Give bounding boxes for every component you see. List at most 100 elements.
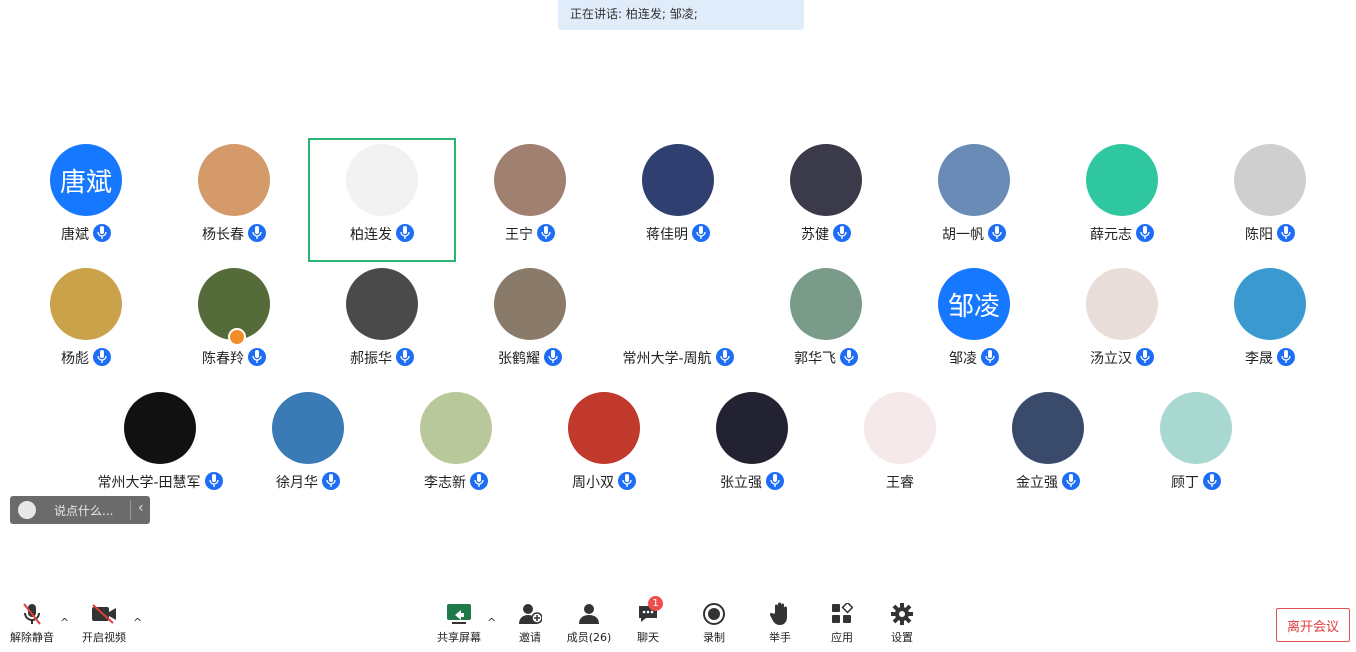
mic-icon — [833, 224, 851, 242]
avatar — [1234, 144, 1306, 216]
participant-name: 金立强 — [1016, 475, 1058, 491]
chat-button[interactable]: 1 聊天 — [634, 596, 663, 645]
participant-name: 陈春羚 — [202, 351, 244, 367]
avatar — [198, 144, 270, 216]
participant-tile[interactable]: 苏健 — [752, 138, 900, 262]
video-options-chevron-icon[interactable]: ^ — [133, 616, 142, 629]
participant-name: 蒋佳明 — [646, 227, 688, 243]
avatar — [1086, 268, 1158, 340]
emoji-icon[interactable] — [18, 501, 36, 519]
participant-tile[interactable]: 郭华飞 — [752, 262, 900, 386]
apps-button[interactable]: 应用 — [828, 602, 856, 645]
avatar — [420, 392, 492, 464]
participant-tile[interactable]: 柏连发 — [308, 138, 456, 262]
participant-tile[interactable]: 李志新 — [382, 386, 530, 510]
participant-tile[interactable]: 杨长春 — [160, 138, 308, 262]
participant-name-row: 胡一帆 — [900, 224, 1048, 244]
participant-name-row: 杨彪 — [12, 348, 160, 368]
participant-tile[interactable]: 郝振华 — [308, 262, 456, 386]
participant-name: 王睿 — [886, 475, 914, 491]
avatar — [346, 268, 418, 340]
participant-tile[interactable]: 常州大学-周航 — [604, 262, 752, 386]
participant-name-row: 薛元志 — [1048, 224, 1196, 244]
participant-name-row: 陈春羚 — [160, 348, 308, 368]
participant-name-row: 李晟 — [1196, 348, 1344, 368]
participant-tile[interactable]: 常州大学-田慧军 — [86, 386, 234, 510]
participant-name-row: 陈阳 — [1196, 224, 1344, 244]
mic-icon — [766, 472, 784, 490]
participant-tile[interactable]: 张立强 — [678, 386, 826, 510]
mic-icon — [470, 472, 488, 490]
mic-muted-icon — [8, 602, 56, 626]
mic-icon — [715, 348, 734, 366]
participant-name: 胡一帆 — [942, 227, 984, 243]
mic-icon — [544, 348, 562, 366]
collapse-chevron-icon[interactable]: ‹ — [138, 500, 144, 516]
participant-tile[interactable]: 顾丁 — [1122, 386, 1270, 510]
share-screen-icon — [434, 602, 484, 626]
mic-icon — [322, 472, 340, 490]
members-label: 成员(26) — [566, 631, 612, 644]
record-button[interactable]: 录制 — [700, 602, 728, 645]
raise-hand-button[interactable]: 举手 — [766, 602, 794, 645]
members-button[interactable]: 成员(26) — [566, 602, 612, 645]
chat-label: 聊天 — [637, 631, 659, 644]
participant-tile[interactable]: 徐月华 — [234, 386, 382, 510]
participant-name: 顾丁 — [1171, 475, 1199, 491]
participant-tile[interactable]: 唐斌 唐斌 — [12, 138, 160, 262]
participant-name: 邹凌 — [949, 351, 977, 367]
avatar — [1160, 392, 1232, 464]
unmute-button[interactable]: 解除静音 — [8, 602, 56, 645]
invite-label: 邀请 — [519, 631, 541, 644]
meeting-toolbar: 解除静音 ^ 开启视频 ^ 共享屏幕 ^ 邀请 成员(26) 1 聊天 录制 举… — [0, 596, 1356, 652]
participant-tile[interactable]: 李晟 — [1196, 262, 1344, 386]
participant-tile[interactable]: 陈阳 — [1196, 138, 1344, 262]
invite-button[interactable]: 邀请 — [512, 602, 548, 645]
participant-name-row: 汤立汉 — [1048, 348, 1196, 368]
participant-tile[interactable]: 金立强 — [974, 386, 1122, 510]
avatar — [494, 144, 566, 216]
participant-name-row: 杨长春 — [160, 224, 308, 244]
participant-tile[interactable]: 陈春羚 — [160, 262, 308, 386]
mic-icon — [204, 472, 223, 490]
leave-meeting-button[interactable]: 离开会议 — [1276, 608, 1350, 642]
participant-name-row: 王睿 — [826, 472, 974, 492]
participant-name-row: 顾丁 — [1122, 472, 1270, 492]
participant-tile[interactable]: 蒋佳明 — [604, 138, 752, 262]
avatar: 唐斌 — [50, 144, 122, 216]
participant-name: 徐月华 — [276, 475, 318, 491]
participant-tile[interactable]: 邹凌 邹凌 — [900, 262, 1048, 386]
start-video-button[interactable]: 开启视频 — [80, 602, 128, 645]
avatar — [346, 144, 418, 216]
apps-label: 应用 — [831, 631, 853, 644]
participant-name: 王宁 — [505, 227, 533, 243]
participant-tile[interactable]: 汤立汉 — [1048, 262, 1196, 386]
share-screen-button[interactable]: 共享屏幕 — [434, 602, 484, 645]
participant-tile[interactable]: 胡一帆 — [900, 138, 1048, 262]
participant-name-row: 李志新 — [382, 472, 530, 492]
mic-icon — [1277, 224, 1295, 242]
avatar — [1234, 268, 1306, 340]
participant-tile[interactable]: 杨彪 — [12, 262, 160, 386]
mic-icon — [93, 348, 111, 366]
participant-tile[interactable]: 张鹤耀 — [456, 262, 604, 386]
participant-name-row: 蒋佳明 — [604, 224, 752, 244]
avatar — [642, 268, 714, 340]
chat-quick-input[interactable]: 说点什么... ‹ — [10, 496, 150, 524]
participant-tile[interactable]: 王宁 — [456, 138, 604, 262]
chat-icon: 1 — [634, 596, 663, 626]
participant-grid: 唐斌 唐斌 杨长春 柏连发 王宁 蒋佳明 苏健 胡一帆 薛元志 陈阳 杨彪 陈春羚 郝振华 张鹤耀 常州大学… — [0, 0, 1356, 560]
participant-tile[interactable]: 王睿 — [826, 386, 974, 510]
participant-tile[interactable]: 薛元志 — [1048, 138, 1196, 262]
mic-icon — [537, 224, 555, 242]
mic-icon — [1062, 472, 1080, 490]
participant-tile[interactable]: 周小双 — [530, 386, 678, 510]
mic-icon — [981, 348, 999, 366]
share-options-chevron-icon[interactable]: ^ — [487, 616, 496, 629]
participant-name-row: 周小双 — [530, 472, 678, 492]
participant-name-row: 苏健 — [752, 224, 900, 244]
mic-icon — [618, 472, 636, 490]
audio-options-chevron-icon[interactable]: ^ — [60, 616, 69, 629]
participant-name: 汤立汉 — [1090, 351, 1132, 367]
settings-button[interactable]: 设置 — [888, 602, 916, 645]
